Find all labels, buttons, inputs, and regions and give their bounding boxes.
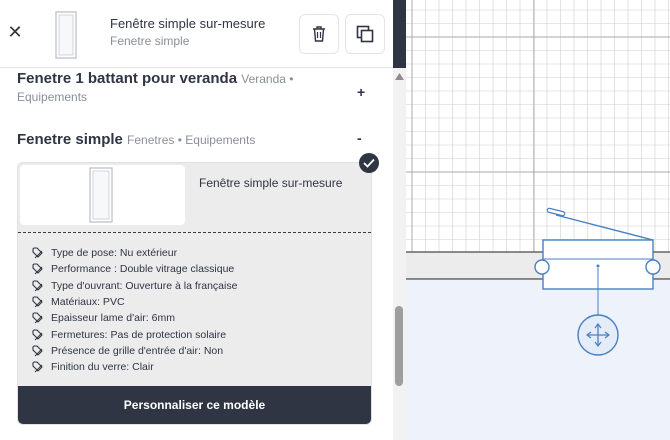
collapse-toggle[interactable]: -	[357, 130, 362, 146]
plan-drawing	[406, 207, 670, 440]
duplicate-button[interactable]	[345, 14, 385, 54]
category-tags: Fenetres • Equipements	[127, 133, 256, 147]
copy-icon	[356, 25, 374, 43]
tag-icon	[32, 263, 43, 275]
tag-icon	[32, 296, 43, 308]
selected-badge	[359, 153, 379, 173]
category-fenetre-simple[interactable]: Fenetre simple Fenetres • Equipements	[17, 131, 255, 149]
expand-toggle[interactable]: +	[357, 84, 365, 100]
product-image	[20, 165, 185, 225]
tag-icon	[32, 247, 43, 259]
window-illustration	[89, 167, 113, 223]
customize-button[interactable]: Personnaliser ce modèle	[18, 386, 371, 424]
category-name: Fenetre simple	[17, 131, 123, 148]
spec-list: Type de pose: Nu extérieur Performance :…	[32, 245, 237, 375]
close-icon[interactable]: ✕	[6, 22, 24, 42]
resize-handle-right[interactable]	[645, 259, 661, 275]
scrollbar[interactable]	[393, 68, 406, 440]
category-name: Fenetre 1 battant pour veranda	[17, 70, 238, 87]
spec-item: Matériaux: PVC	[32, 294, 237, 310]
scroll-up-arrow-icon[interactable]	[394, 71, 405, 81]
spec-item: Performance : Double vitrage classique	[32, 261, 237, 277]
window-thumbnail	[55, 11, 77, 59]
tag-icon	[32, 361, 43, 373]
panel-edge	[393, 0, 406, 68]
move-handle-icon[interactable]	[577, 314, 619, 356]
spec-item: Fermetures: Pas de protection solaire	[32, 326, 237, 342]
header-title: Fenêtre simple sur-mesure	[110, 16, 266, 31]
tag-icon	[32, 280, 43, 292]
product-panel: ✕ Fenêtre simple sur-mesure Fenetre simp…	[0, 0, 406, 440]
floor-plan-canvas[interactable]	[406, 0, 670, 440]
tag-icon	[32, 329, 43, 340]
card-divider	[18, 232, 371, 233]
room-area	[406, 280, 670, 440]
product-title: Fenêtre simple sur-mesure	[199, 176, 343, 190]
spec-item: Epaisseur lame d'air: 6mm	[32, 310, 237, 326]
tag-icon	[32, 345, 43, 357]
trash-icon	[313, 26, 325, 42]
tag-icon	[32, 312, 43, 324]
delete-button[interactable]	[299, 14, 339, 54]
spec-item: Type d'ouvrant: Ouverture à la française	[32, 278, 237, 294]
category-veranda[interactable]: Fenetre 1 battant pour veranda Veranda •…	[17, 70, 347, 106]
spec-item: Type de pose: Nu extérieur	[32, 245, 237, 261]
check-icon	[363, 158, 375, 168]
spec-item: Finition du verre: Clair	[32, 359, 237, 375]
scroll-thumb[interactable]	[395, 306, 403, 386]
spec-item: Présence de grille d'entrée d'air: Non	[32, 343, 237, 359]
product-card[interactable]: Fenêtre simple sur-mesure Type de pose: …	[17, 162, 372, 425]
panel-header: ✕ Fenêtre simple sur-mesure Fenetre simp…	[0, 0, 393, 68]
header-subtitle: Fenetre simple	[110, 34, 190, 48]
resize-handle-left[interactable]	[534, 259, 550, 275]
